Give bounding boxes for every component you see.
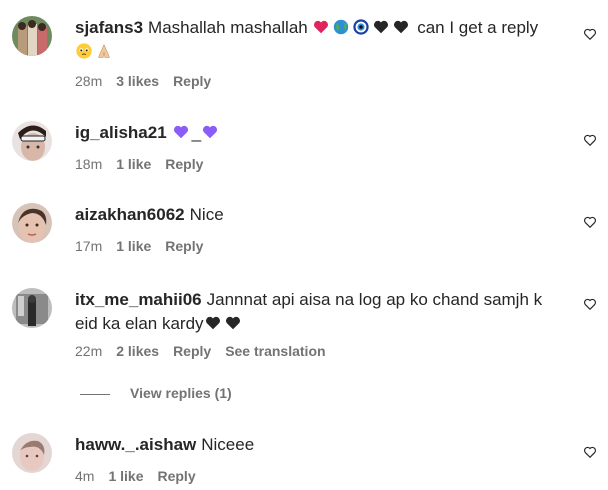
timestamp: 28m: [75, 73, 103, 89]
avatar[interactable]: [12, 203, 52, 243]
heart-outline-icon[interactable]: [583, 445, 597, 459]
comment-body: Niceee: [201, 435, 255, 454]
heart-outline-icon[interactable]: [583, 297, 597, 311]
likes-count[interactable]: 1 like: [116, 238, 151, 254]
comment-text: ig_alisha21 _: [75, 121, 548, 145]
comment-text: itx_me_mahii06 Jannnat api aisa na log ap…: [75, 288, 548, 336]
username-link[interactable]: itx_me_mahii06: [75, 290, 202, 309]
reply-button[interactable]: Reply: [157, 468, 195, 484]
username-link[interactable]: sjafans3: [75, 18, 143, 37]
comment-text: haww._.aishaw Niceee: [75, 433, 548, 457]
avatar[interactable]: [12, 433, 52, 473]
view-replies-label[interactable]: View replies (1): [130, 385, 232, 401]
black-heart-emoji: [394, 20, 409, 34]
evil-eye-emoji: [353, 19, 370, 35]
comment-body: _: [191, 123, 202, 142]
globe-emoji: [334, 19, 349, 35]
comment-text: sjafans3 Mashallah mashallah can I get a …: [75, 16, 548, 64]
timestamp: 17m: [75, 238, 103, 254]
comment-body-suffix: can I get a reply: [417, 18, 539, 37]
purple-heart-emoji: [173, 125, 188, 139]
username-link[interactable]: haww._.aishaw: [75, 435, 196, 454]
purple-heart-emoji: [203, 125, 218, 139]
reply-button[interactable]: Reply: [165, 156, 203, 172]
black-heart-emoji: [374, 20, 389, 34]
comment-body: Mashallah mashallah: [148, 18, 308, 37]
red-heart-emoji: [314, 20, 329, 34]
folded-hands-emoji: [98, 44, 110, 58]
comment-meta: 22m 2 likes Reply See translation: [75, 343, 340, 359]
heart-outline-icon[interactable]: [583, 133, 597, 147]
avatar[interactable]: [12, 288, 52, 328]
timestamp: 4m: [75, 468, 95, 484]
likes-count[interactable]: 3 likes: [116, 73, 159, 89]
black-heart-emoji: [225, 316, 240, 330]
divider-line: [80, 393, 110, 395]
timestamp: 22m: [75, 343, 103, 359]
see-translation-link[interactable]: See translation: [225, 343, 325, 359]
likes-count[interactable]: 2 likes: [116, 343, 159, 359]
comment-meta: 17m 1 like Reply: [75, 238, 217, 254]
reply-button[interactable]: Reply: [165, 238, 203, 254]
likes-count[interactable]: 1 like: [116, 156, 151, 172]
heart-outline-icon[interactable]: [583, 215, 597, 229]
comment-meta: 4m 1 like Reply: [75, 468, 210, 484]
pleading-face-emoji: [76, 43, 92, 59]
likes-count[interactable]: 1 like: [108, 468, 143, 484]
reply-button[interactable]: Reply: [173, 343, 211, 359]
username-link[interactable]: aizakhan6062: [75, 205, 185, 224]
avatar[interactable]: [12, 16, 52, 56]
comment-meta: 18m 1 like Reply: [75, 156, 217, 172]
comment-body: Nice: [189, 205, 224, 224]
timestamp: 18m: [75, 156, 103, 172]
comment-text: aizakhan6062 Nice: [75, 203, 548, 227]
reply-button[interactable]: Reply: [173, 73, 211, 89]
black-heart-emoji: [205, 316, 220, 330]
view-replies-button[interactable]: View replies (1): [80, 385, 232, 401]
comment-meta: 28m 3 likes Reply: [75, 73, 225, 89]
username-link[interactable]: ig_alisha21: [75, 123, 167, 142]
avatar[interactable]: [12, 121, 52, 161]
heart-outline-icon[interactable]: [583, 27, 597, 41]
